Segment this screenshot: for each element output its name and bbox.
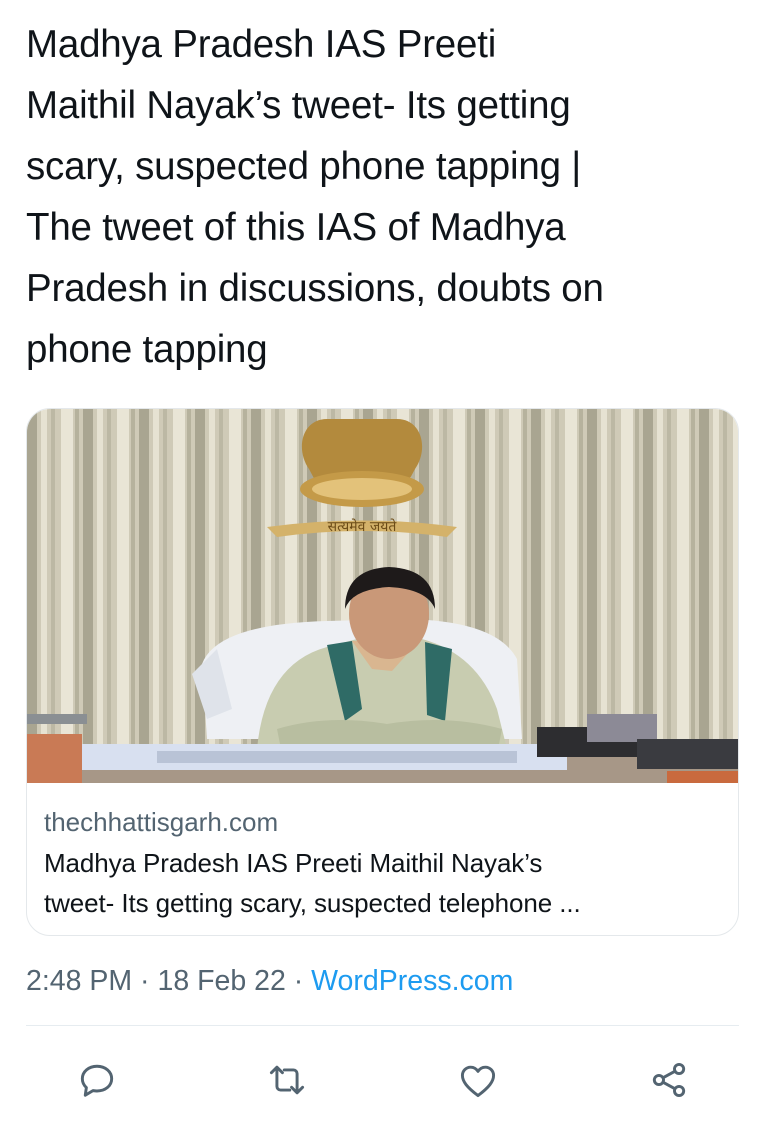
emblem-motto: सत्यमेव जयते xyxy=(328,518,398,535)
card-image[interactable]: सत्यमेव जयते xyxy=(27,409,739,783)
reply-icon xyxy=(80,1064,114,1097)
card-title-line: Madhya Pradesh IAS Preeti Maithil Nayak’… xyxy=(44,848,543,878)
tweet-text-line: Madhya Pradesh IAS Preeti xyxy=(26,23,497,66)
tweet-text-line: Pradesh in discussions, doubts on xyxy=(26,267,604,310)
retweet-button[interactable] xyxy=(257,1050,317,1110)
tweet-date[interactable]: 18 Feb 22 xyxy=(157,965,285,997)
tweet-actions xyxy=(0,1050,765,1110)
divider xyxy=(26,1025,739,1026)
card-domain: thechhattisgarh.com xyxy=(44,807,279,837)
meta-separator: · xyxy=(132,965,158,997)
reply-button[interactable] xyxy=(67,1050,127,1110)
card-title: Madhya Pradesh IAS Preeti Maithil Nayak’… xyxy=(44,843,734,923)
tweet-text-line: phone tapping xyxy=(26,328,268,371)
tweet-time[interactable]: 2:48 PM xyxy=(26,965,132,997)
tweet-text-line: scary, suspected phone tapping | xyxy=(26,145,582,188)
share-button[interactable] xyxy=(639,1050,699,1110)
tweet-source[interactable]: WordPress.com xyxy=(311,965,513,997)
card-meta[interactable]: thechhattisgarh.com Madhya Pradesh IAS P… xyxy=(44,805,734,923)
meta-separator: · xyxy=(285,965,312,997)
like-button[interactable] xyxy=(448,1050,508,1110)
tweet-text-line: Maithil Nayak’s tweet- Its getting xyxy=(26,84,571,127)
link-preview-card[interactable]: सत्यमेव जयते thechhattisgarh.com Madhya … xyxy=(26,408,739,936)
tweet-text: Madhya Pradesh IAS Preeti Maithil Nayak’… xyxy=(26,14,751,380)
share-icon xyxy=(652,1062,686,1098)
heart-icon xyxy=(460,1065,496,1098)
card-title-line: tweet- Its getting scary, suspected tele… xyxy=(44,888,581,918)
retweet-icon xyxy=(269,1065,305,1095)
tweet-metadata: 2:48 PM · 18 Feb 22 · WordPress.com xyxy=(26,961,513,1001)
tweet-text-line: The tweet of this IAS of Madhya xyxy=(26,206,566,249)
